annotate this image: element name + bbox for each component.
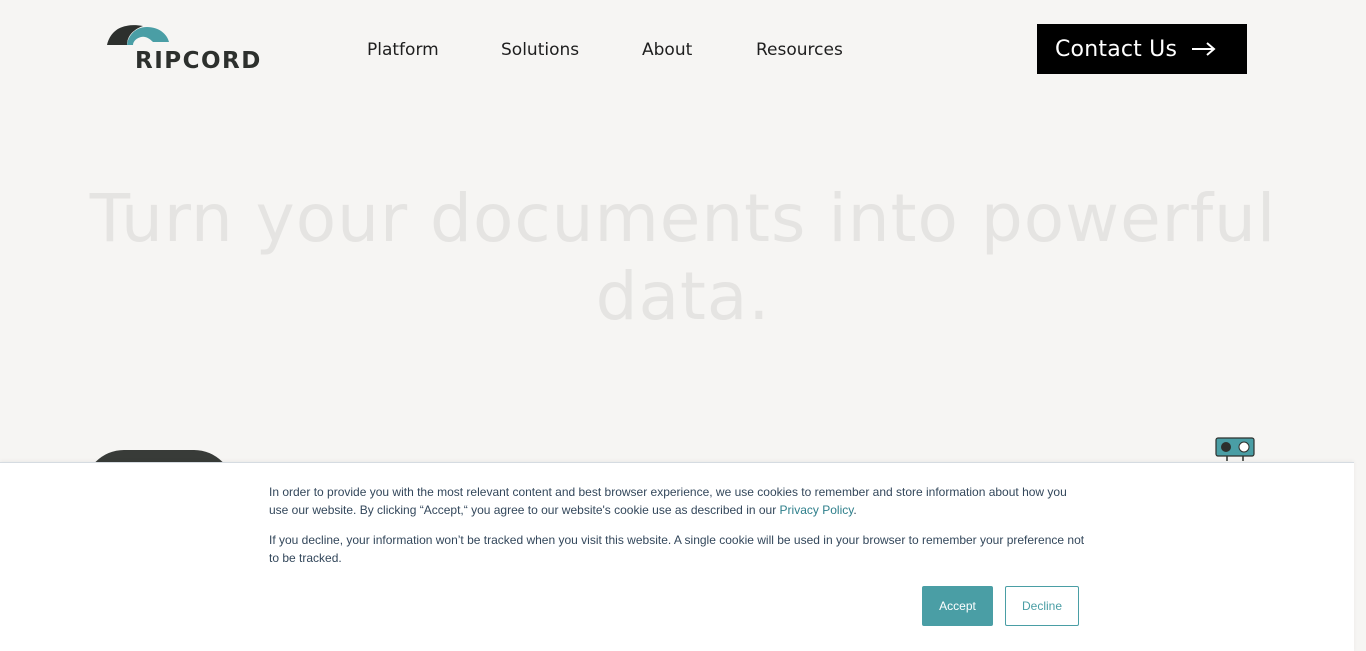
cookie-decline-text: If you decline, your information won’t b… bbox=[269, 533, 1085, 565]
ripcord-logo[interactable]: RIPCORD bbox=[107, 24, 267, 76]
nav-item-platform[interactable]: Platform bbox=[367, 38, 501, 62]
nav-item-resources[interactable]: Resources bbox=[756, 38, 843, 62]
nav-item-solutions[interactable]: Solutions bbox=[501, 38, 642, 62]
accept-button[interactable]: Accept bbox=[922, 586, 993, 626]
main-nav: Platform Solutions About Resources bbox=[367, 38, 843, 62]
arrow-right-icon bbox=[1192, 42, 1216, 56]
contact-us-label: Contact Us bbox=[1055, 36, 1178, 62]
logo-text: RIPCORD bbox=[135, 48, 262, 74]
page: RIPCORD Platform Solutions About Resourc… bbox=[0, 0, 1366, 651]
cookie-notice-period: . bbox=[853, 503, 857, 517]
cookie-notice-main: In order to provide you with the most re… bbox=[269, 485, 1067, 517]
privacy-policy-link[interactable]: Privacy Policy bbox=[780, 503, 854, 517]
cookie-notice-text: In order to provide you with the most re… bbox=[269, 483, 1089, 519]
ripcord-logo-mark-icon bbox=[107, 25, 169, 45]
chatbot-robot-icon[interactable] bbox=[1215, 437, 1255, 462]
hero-title: Turn your documents into powerful data. bbox=[89, 180, 1277, 335]
nav-item-about[interactable]: About bbox=[642, 38, 756, 62]
contact-us-button[interactable]: Contact Us bbox=[1037, 24, 1247, 74]
cookie-consent-banner: In order to provide you with the most re… bbox=[0, 462, 1354, 651]
decline-button[interactable]: Decline bbox=[1005, 586, 1079, 626]
